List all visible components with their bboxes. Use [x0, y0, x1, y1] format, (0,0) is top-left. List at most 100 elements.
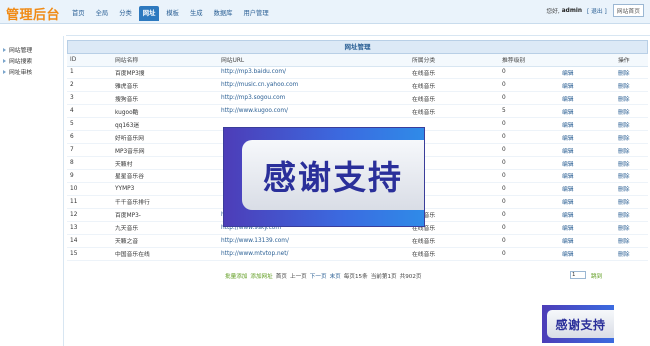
top-nav: 首页 全局 分类 网址 模板 生成 数据库 用户管理 [68, 6, 276, 21]
sidebar-item[interactable]: 网址审核 [0, 66, 63, 77]
sidebar-item[interactable]: 网站搜索 [0, 55, 63, 66]
row-site-name: YYMP3 [115, 182, 221, 196]
prev-page-link[interactable]: 上一页 [290, 272, 307, 280]
row-edit-link[interactable]: 编辑 [562, 91, 618, 106]
row-site-url[interactable]: http://mp3.sogou.com [221, 91, 412, 106]
row-delete-link[interactable]: 删除 [618, 78, 648, 93]
table-row: 15 中国音乐在线 http://www.mtvtop.net/在线音乐 0 编辑 删除 [67, 247, 648, 261]
table-row: 14 天籁之音 http://www.13139.com/在线音乐 0 编辑 删除 [67, 234, 648, 248]
last-page-link[interactable]: 末页 [330, 272, 341, 280]
row-edit-link[interactable]: 编辑 [562, 234, 618, 248]
nav-item[interactable]: 生成 [186, 6, 207, 21]
row-delete-link[interactable]: 删除 [618, 247, 648, 261]
arrow-right-icon [3, 47, 6, 52]
top-header: 管理后台 首页 全局 分类 网址 模板 生成 数据库 用户管理 您好, admin [ 退出 … [0, 0, 650, 24]
app-logo: 管理后台 [6, 8, 61, 23]
col-category-header: 所属分类 [412, 54, 502, 67]
row-category: 在线音乐 [412, 247, 502, 261]
row-id: 3 [67, 91, 115, 106]
nav-item[interactable]: 首页 [68, 6, 89, 21]
user-area: 您好, admin [ 退出 ] 网站首页 [546, 4, 644, 17]
logout-link[interactable]: [ 退出 ] [587, 6, 607, 15]
next-page-link[interactable]: 下一页 [310, 272, 327, 280]
row-edit-link[interactable]: 编辑 [562, 156, 618, 170]
row-delete-link[interactable]: 删除 [618, 104, 648, 119]
row-id: 2 [67, 78, 115, 93]
row-site-url[interactable]: http://www.13139.com/ [221, 234, 412, 248]
row-id: 1 [67, 66, 115, 80]
row-site-name: 天籁之音 [115, 234, 221, 248]
row-delete-link[interactable]: 删除 [618, 234, 648, 248]
row-delete-link[interactable]: 删除 [618, 156, 648, 170]
row-delete-link[interactable]: 删除 [618, 130, 648, 145]
row-delete-link[interactable]: 删除 [618, 182, 648, 196]
row-site-url[interactable]: http://mp3.baidu.com/ [221, 66, 412, 80]
row-rank: 0 [502, 66, 562, 80]
row-delete-link[interactable]: 删除 [618, 66, 648, 80]
row-edit-link[interactable]: 编辑 [562, 208, 618, 222]
nav-item[interactable]: 全局 [92, 6, 113, 21]
row-rank: 0 [502, 117, 562, 132]
row-category: 在线音乐 [412, 91, 502, 106]
nav-item[interactable]: 网址 [138, 6, 160, 21]
row-category [412, 130, 502, 145]
nav-item[interactable]: 数据库 [210, 6, 237, 21]
row-edit-link[interactable]: 编辑 [562, 130, 618, 145]
row-rank: 0 [502, 182, 562, 196]
row-edit-link[interactable]: 编辑 [562, 66, 618, 80]
row-site-name: 九天音乐 [115, 221, 221, 235]
row-delete-link[interactable]: 删除 [618, 208, 648, 222]
row-delete-link[interactable]: 删除 [618, 91, 648, 106]
row-edit-link[interactable]: 编辑 [562, 117, 618, 132]
sidebar-item[interactable]: 网站管理 [0, 44, 63, 55]
row-edit-link[interactable]: 编辑 [562, 247, 618, 261]
watermark-plate-small: 感谢支持 [547, 310, 614, 338]
row-category: 在线音乐 [412, 221, 502, 235]
row-rank: 0 [502, 130, 562, 145]
row-edit-link[interactable]: 编辑 [562, 221, 618, 235]
batch-add-link[interactable]: 批量添加 [225, 272, 247, 280]
col-id-header: ID [67, 54, 115, 67]
col-actions-header: 操作 [618, 54, 648, 67]
row-rank: 0 [502, 143, 562, 158]
row-delete-link[interactable]: 删除 [618, 195, 648, 209]
row-id: 11 [67, 195, 115, 209]
row-edit-link[interactable]: 编辑 [562, 143, 618, 158]
row-category [412, 117, 502, 132]
nav-item[interactable]: 模板 [162, 6, 183, 21]
row-id: 5 [67, 117, 115, 132]
row-category [412, 182, 502, 196]
row-site-url[interactable]: http://music.cn.yahoo.com [221, 78, 412, 93]
first-page-link[interactable]: 首页 [276, 272, 287, 280]
row-site-url[interactable]: http://www.kugoo.com/ [221, 104, 412, 119]
row-delete-link[interactable]: 删除 [618, 143, 648, 158]
row-edit-link[interactable]: 编辑 [562, 182, 618, 196]
go-button[interactable]: 跳到 [591, 272, 602, 280]
row-edit-link[interactable]: 编辑 [562, 195, 618, 209]
row-edit-link[interactable]: 编辑 [562, 78, 618, 93]
row-site-name: 星星音乐谷 [115, 169, 221, 183]
row-rank: 0 [502, 195, 562, 209]
row-id: 9 [67, 169, 115, 183]
row-delete-link[interactable]: 删除 [618, 117, 648, 132]
site-home-button[interactable]: 网站首页 [612, 4, 644, 17]
row-category: 在线音乐 [412, 78, 502, 93]
page-number-input[interactable]: 1 [570, 271, 586, 279]
row-delete-link[interactable]: 删除 [618, 221, 648, 235]
row-rank: 0 [502, 78, 562, 93]
nav-item[interactable]: 用户管理 [239, 6, 272, 21]
row-edit-link[interactable]: 编辑 [562, 169, 618, 183]
nav-item[interactable]: 分类 [115, 6, 136, 21]
row-rank: 0 [502, 234, 562, 248]
row-site-name: qq163迷 [115, 117, 221, 132]
add-url-link[interactable]: 添加网址 [250, 272, 272, 280]
row-category [412, 195, 502, 209]
total-pages-text: 共902页 [399, 274, 422, 280]
col-spacer-header [562, 54, 618, 67]
row-site-url[interactable]: http://www.mtvtop.net/ [221, 247, 412, 261]
row-edit-link[interactable]: 编辑 [562, 104, 618, 119]
row-id: 6 [67, 130, 115, 145]
current-page-text: 当前第1页 [370, 274, 397, 280]
row-id: 15 [67, 247, 115, 261]
row-delete-link[interactable]: 删除 [618, 169, 648, 183]
